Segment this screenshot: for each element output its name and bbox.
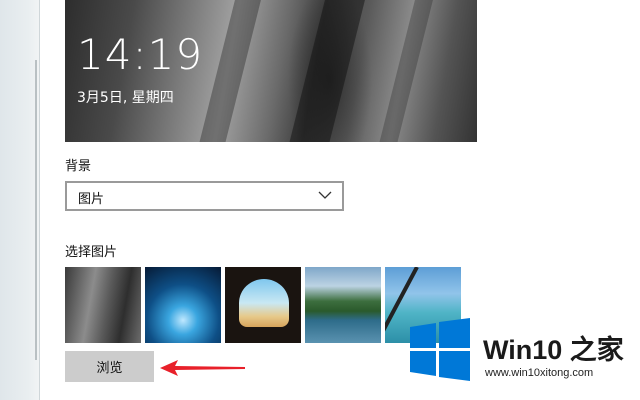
thumbnail-mountain-lake[interactable]: [305, 267, 381, 343]
thumbnail-sea-cave-arch[interactable]: [225, 267, 301, 343]
choose-picture-label: 选择图片: [65, 245, 118, 260]
background-dropdown-value: 图片: [78, 192, 105, 207]
rock-ridge-shadow: [280, 0, 370, 142]
preview-time: 14:19: [77, 30, 204, 79]
preview-date: 3月5日, 星期四: [77, 90, 174, 106]
background-dropdown[interactable]: 图片: [65, 181, 344, 211]
annotation-arrow-icon: [160, 360, 245, 376]
watermark: Win10 之家 www.win10xitong.com: [405, 314, 640, 400]
browse-button[interactable]: 浏览: [65, 351, 154, 382]
chevron-down-icon: [318, 191, 332, 199]
watermark-title: Win10 之家: [483, 335, 624, 365]
thumbnail-ice-cave[interactable]: [145, 267, 221, 343]
windows-logo-icon: [410, 318, 470, 381]
nav-scrollbar[interactable]: [35, 60, 37, 360]
background-label: 背景: [65, 159, 92, 174]
watermark-url: www.win10xitong.com: [485, 367, 594, 379]
rock-ridge-shadow: [370, 0, 438, 142]
settings-nav-pane: [0, 0, 40, 400]
cave-opening: [239, 279, 289, 327]
lock-screen-preview: 14:19 3月5日, 星期四: [65, 0, 477, 142]
thumbnail-rock-cliff[interactable]: [65, 267, 141, 343]
